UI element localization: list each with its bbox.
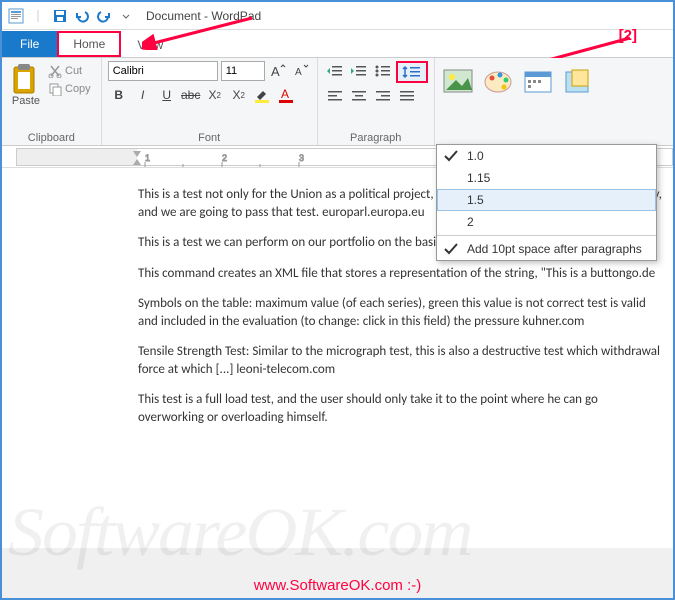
highlight-icon <box>254 87 272 103</box>
spacing-2-label: 2 <box>467 215 474 229</box>
undo-icon[interactable] <box>72 6 92 26</box>
align-right-button[interactable] <box>372 86 394 106</box>
svg-text:2: 2 <box>222 153 227 163</box>
align-center-button[interactable] <box>348 86 370 106</box>
align-left-button[interactable] <box>324 86 346 106</box>
ribbon: Paste Cut Copy Clipboard A A B I U abc X… <box>2 58 673 146</box>
font-group-label: Font <box>108 131 311 144</box>
underline-button[interactable]: U <box>156 84 178 106</box>
check-icon <box>443 241 459 257</box>
quick-access-toolbar <box>6 6 136 26</box>
datetime-icon <box>522 68 554 96</box>
cut-label: Cut <box>65 65 82 77</box>
check-icon <box>443 148 459 164</box>
svg-text:A: A <box>271 64 280 79</box>
shrink-font-button[interactable]: A <box>291 61 311 81</box>
copy-label: Copy <box>65 83 91 95</box>
spacing-option-1-15[interactable]: 1.15 <box>437 167 656 189</box>
highlight-button[interactable] <box>252 84 274 106</box>
line-spacing-icon <box>401 64 423 80</box>
doc-paragraph: Tensile Strength Test: Similar to the mi… <box>138 343 663 378</box>
add-space-label: Add 10pt space after paragraphs <box>467 242 642 256</box>
cut-button[interactable]: Cut <box>46 63 93 79</box>
copy-button[interactable]: Copy <box>46 81 93 97</box>
spacing-115-label: 1.15 <box>467 171 490 185</box>
add-space-option[interactable]: Add 10pt space after paragraphs <box>437 238 656 260</box>
menu-separator <box>437 235 656 236</box>
object-button[interactable] <box>561 65 595 99</box>
group-clipboard: Paste Cut Copy Clipboard <box>2 58 102 145</box>
decrease-indent-button[interactable] <box>324 61 346 81</box>
doc-paragraph: Symbols on the table: maximum value (of … <box>138 295 663 330</box>
annotation-arrow-1 <box>142 10 262 50</box>
cut-icon <box>48 64 62 78</box>
annotation-2: [2] <box>619 27 637 44</box>
doc-paragraph: This test is a full load test, and the u… <box>138 391 663 426</box>
tab-home[interactable]: Home <box>57 31 121 57</box>
doc-paragraph: This command creates an XML file that st… <box>138 265 663 283</box>
group-paragraph: Paragraph <box>318 58 435 145</box>
paint-button[interactable] <box>481 65 515 99</box>
tab-file[interactable]: File <box>2 31 57 57</box>
paste-label: Paste <box>12 95 40 107</box>
bold-button[interactable]: B <box>108 84 130 106</box>
bullet-list-button[interactable] <box>372 61 394 81</box>
paste-button[interactable]: Paste <box>8 61 44 131</box>
qat-dropdown-icon[interactable] <box>116 6 136 26</box>
group-insert <box>435 58 601 145</box>
svg-text:A: A <box>281 87 289 101</box>
strikethrough-button[interactable]: abc <box>180 84 202 106</box>
superscript-button[interactable]: X2 <box>228 84 250 106</box>
paint-icon <box>482 68 514 96</box>
spacing-option-1-5[interactable]: 1.5 <box>437 189 656 211</box>
svg-text:3: 3 <box>299 153 304 163</box>
picture-icon <box>442 68 474 96</box>
title-bar: Document - WordPad <box>2 2 673 30</box>
footer-text: www.SoftwareOK.com :-) <box>2 577 673 594</box>
paste-icon <box>10 63 42 95</box>
spacing-15-label: 1.5 <box>467 193 484 207</box>
spacing-option-1[interactable]: 1.0 <box>437 145 656 167</box>
spacing-option-2[interactable]: 2 <box>437 211 656 233</box>
font-color-icon: A <box>278 87 296 103</box>
svg-text:A: A <box>295 67 302 78</box>
datetime-button[interactable] <box>521 65 555 99</box>
copy-icon <box>48 82 62 96</box>
redo-icon[interactable] <box>94 6 114 26</box>
svg-text:1: 1 <box>145 153 150 163</box>
group-font: A A B I U abc X2 X2 A Font <box>102 58 318 145</box>
font-size-select[interactable] <box>221 61 265 81</box>
grow-font-button[interactable]: A <box>268 61 288 81</box>
spacing-1-label: 1.0 <box>467 149 484 163</box>
italic-button[interactable]: I <box>132 84 154 106</box>
justify-button[interactable] <box>396 86 418 106</box>
increase-indent-button[interactable] <box>348 61 370 81</box>
object-icon <box>562 68 594 96</box>
picture-button[interactable] <box>441 65 475 99</box>
line-spacing-button[interactable] <box>396 61 428 83</box>
font-color-button[interactable]: A <box>276 84 298 106</box>
app-icon[interactable] <box>6 6 26 26</box>
line-spacing-menu: 1.0 1.15 1.5 2 Add 10pt space after para… <box>436 144 657 261</box>
font-name-select[interactable] <box>108 61 218 81</box>
clipboard-group-label: Clipboard <box>8 131 95 144</box>
paragraph-group-label: Paragraph <box>324 131 428 144</box>
subscript-button[interactable]: X2 <box>204 84 226 106</box>
divider-icon <box>28 6 48 26</box>
save-icon[interactable] <box>50 6 70 26</box>
